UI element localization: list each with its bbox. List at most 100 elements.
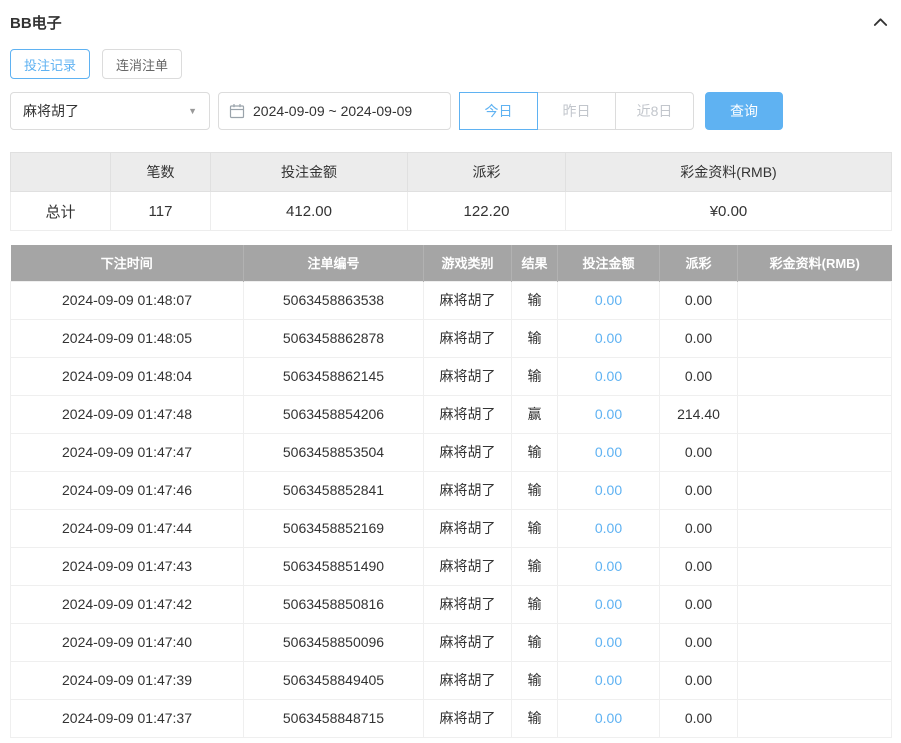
cell-bet-amount: 0.00: [557, 356, 660, 396]
cell-bet-amount: 0.00: [557, 660, 660, 700]
table-row: 2024-09-09 01:48:04 5063458862145 麻将胡了 输…: [10, 356, 892, 396]
cell-order-no: 5063458851490: [243, 546, 424, 586]
cell-game-type: 麻将胡了: [423, 622, 512, 662]
cell-result: 输: [511, 318, 558, 358]
quick-date-button[interactable]: 今日: [459, 92, 538, 130]
bet-amount-link[interactable]: 0.00: [595, 482, 622, 498]
bet-amount-link[interactable]: 0.00: [595, 406, 622, 422]
cell-game-type: 麻将胡了: [423, 508, 512, 548]
summary-total-bet-amount: 412.00: [210, 191, 408, 231]
col-header-bet-amount: 投注金额: [557, 245, 660, 281]
summary-total-payout: 122.20: [407, 191, 566, 231]
cell-payout: 0.00: [659, 622, 738, 662]
date-range-input[interactable]: 2024-09-09 ~ 2024-09-09: [218, 92, 451, 130]
table-row: 2024-09-09 01:48:07 5063458863538 麻将胡了 输…: [10, 280, 892, 320]
cell-result: 输: [511, 508, 558, 548]
bet-amount-link[interactable]: 0.00: [595, 520, 622, 536]
col-header-payout: 派彩: [659, 245, 738, 281]
cell-order-no: 5063458863538: [243, 280, 424, 320]
calendar-icon: [229, 103, 245, 119]
cell-payout: 0.00: [659, 584, 738, 624]
cell-order-no: 5063458853504: [243, 432, 424, 472]
collapse-panel-button[interactable]: [870, 12, 891, 33]
quick-date-buttons: 今日 昨日 近8日: [459, 92, 694, 130]
bet-amount-link[interactable]: 0.00: [595, 558, 622, 574]
search-button[interactable]: 查询: [705, 92, 783, 130]
cell-bonus: [737, 698, 892, 738]
cell-result: 输: [511, 356, 558, 396]
cell-order-no: 5063458849405: [243, 660, 424, 700]
cell-time: 2024-09-09 01:47:48: [10, 394, 244, 434]
table-row: 2024-09-09 01:48:05 5063458862878 麻将胡了 输…: [10, 318, 892, 358]
cell-bonus: [737, 394, 892, 434]
cell-payout: 0.00: [659, 470, 738, 510]
cell-bet-amount: 0.00: [557, 318, 660, 358]
cell-game-type: 麻将胡了: [423, 432, 512, 472]
cell-payout: 0.00: [659, 508, 738, 548]
cell-bonus: [737, 356, 892, 396]
cell-game-type: 麻将胡了: [423, 394, 512, 434]
cell-bet-amount: 0.00: [557, 584, 660, 624]
cell-order-no: 5063458852169: [243, 508, 424, 548]
cell-time: 2024-09-09 01:47:47: [10, 432, 244, 472]
table-row: 2024-09-09 01:47:48 5063458854206 麻将胡了 赢…: [10, 394, 892, 434]
tab[interactable]: 投注记录: [10, 49, 91, 79]
summary-table: 笔数 投注金额 派彩 彩金资料(RMB) 总计 117 412.00 122.2…: [10, 152, 892, 231]
cell-bet-amount: 0.00: [557, 546, 660, 586]
bet-amount-link[interactable]: 0.00: [595, 330, 622, 346]
cell-time: 2024-09-09 01:47:46: [10, 470, 244, 510]
cell-order-no: 5063458854206: [243, 394, 424, 434]
cell-result: 输: [511, 584, 558, 624]
cell-game-type: 麻将胡了: [423, 470, 512, 510]
game-type-select[interactable]: 麻将胡了 ▼: [10, 92, 210, 130]
quick-date-button[interactable]: 昨日: [537, 92, 616, 130]
cell-payout: 0.00: [659, 698, 738, 738]
cell-payout: 0.00: [659, 546, 738, 586]
summary-total-row: 总计 117 412.00 122.20 ¥0.00: [10, 191, 892, 231]
summary-header-blank: [10, 152, 111, 192]
cell-result: 赢: [511, 394, 558, 434]
col-header-time: 下注时间: [10, 245, 244, 281]
cell-game-type: 麻将胡了: [423, 280, 512, 320]
tab[interactable]: 连消注单: [102, 49, 183, 79]
cell-time: 2024-09-09 01:48:05: [10, 318, 244, 358]
record-type-tabs: 投注记录 连消注单: [10, 49, 891, 79]
bet-amount-link[interactable]: 0.00: [595, 368, 622, 384]
cell-bet-amount: 0.00: [557, 622, 660, 662]
filter-bar: 麻将胡了 ▼ 2024-09-09 ~ 2024-09-09 今日 昨日 近8日…: [10, 92, 891, 130]
cell-result: 输: [511, 470, 558, 510]
bet-amount-link[interactable]: 0.00: [595, 292, 622, 308]
cell-bet-amount: 0.00: [557, 432, 660, 472]
cell-order-no: 5063458852841: [243, 470, 424, 510]
bet-amount-link[interactable]: 0.00: [595, 596, 622, 612]
bet-amount-link[interactable]: 0.00: [595, 710, 622, 726]
date-range-value: 2024-09-09 ~ 2024-09-09: [253, 103, 413, 119]
cell-payout: 0.00: [659, 318, 738, 358]
cell-payout: 214.40: [659, 394, 738, 434]
summary-header-bonus: 彩金资料(RMB): [565, 152, 892, 192]
game-type-select-value: 麻将胡了: [23, 103, 79, 119]
cell-time: 2024-09-09 01:47:37: [10, 698, 244, 738]
cell-bonus: [737, 318, 892, 358]
bet-amount-link[interactable]: 0.00: [595, 634, 622, 650]
cell-bonus: [737, 622, 892, 662]
cell-order-no: 5063458850096: [243, 622, 424, 662]
cell-result: 输: [511, 622, 558, 662]
cell-result: 输: [511, 280, 558, 320]
cell-bonus: [737, 470, 892, 510]
cell-result: 输: [511, 432, 558, 472]
summary-header-bet-amount: 投注金额: [210, 152, 408, 192]
cell-time: 2024-09-09 01:47:44: [10, 508, 244, 548]
summary-header-payout: 派彩: [407, 152, 566, 192]
table-row: 2024-09-09 01:47:47 5063458853504 麻将胡了 输…: [10, 432, 892, 472]
cell-order-no: 5063458862145: [243, 356, 424, 396]
cell-bet-amount: 0.00: [557, 394, 660, 434]
bet-amount-link[interactable]: 0.00: [595, 444, 622, 460]
cell-payout: 0.00: [659, 660, 738, 700]
cell-result: 输: [511, 546, 558, 586]
page-title: BB电子: [10, 15, 62, 32]
cell-bet-amount: 0.00: [557, 508, 660, 548]
quick-date-button[interactable]: 近8日: [615, 92, 694, 130]
bet-amount-link[interactable]: 0.00: [595, 672, 622, 688]
table-row: 2024-09-09 01:47:37 5063458848715 麻将胡了 输…: [10, 698, 892, 738]
